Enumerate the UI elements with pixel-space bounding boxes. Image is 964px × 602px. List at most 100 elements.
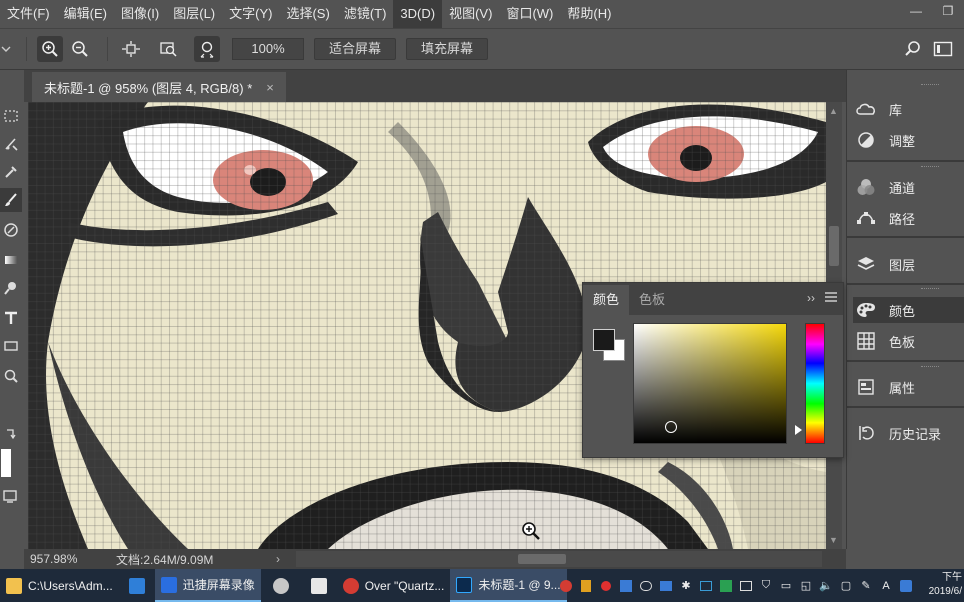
horizontal-scrollbar[interactable] xyxy=(296,551,822,567)
panel-adjustments[interactable]: 调整 xyxy=(853,127,964,153)
background-color-swatch[interactable] xyxy=(0,448,22,478)
scroll-down-icon[interactable]: ▼ xyxy=(829,535,838,545)
search-icon[interactable] xyxy=(900,36,926,62)
tray-app-icon[interactable] xyxy=(576,569,596,602)
collapse-icon[interactable]: ›› xyxy=(807,291,815,305)
rectangle-tool-icon[interactable] xyxy=(0,334,22,358)
menu-type[interactable]: 文字(Y) xyxy=(222,0,279,28)
workspace-icon[interactable] xyxy=(930,36,956,62)
shield-icon[interactable]: ⛉ xyxy=(756,569,776,602)
swap-colors-icon[interactable] xyxy=(0,422,22,446)
divider xyxy=(107,37,108,61)
panel-grip[interactable] xyxy=(847,364,964,370)
lasso-tool-icon[interactable] xyxy=(0,132,22,156)
volume-icon[interactable]: 🔈 xyxy=(816,569,836,602)
hscroll-thumb[interactable] xyxy=(518,554,566,564)
fit-screen-button[interactable]: 适合屏幕 xyxy=(314,38,397,60)
ime-indicator[interactable]: A xyxy=(876,569,896,602)
restore-icon[interactable]: ❐ xyxy=(932,0,964,22)
close-tab-icon[interactable]: × xyxy=(266,80,274,95)
scroll-up-icon[interactable]: ▲ xyxy=(829,106,838,116)
scroll-thumb[interactable] xyxy=(829,226,839,266)
options-bar: 100% 适合屏幕 填充屏幕 xyxy=(0,28,964,70)
menu-3d[interactable]: 3D(D) xyxy=(393,0,443,28)
fill-screen-button[interactable]: 填充屏幕 xyxy=(406,38,489,60)
panel-grip[interactable] xyxy=(847,164,964,170)
taskbar-music[interactable]: Over "Quartz... xyxy=(337,569,451,602)
marquee-tool-icon[interactable] xyxy=(0,104,22,128)
saturation-brightness-field[interactable] xyxy=(633,323,787,444)
tab-swatches[interactable]: 色板 xyxy=(629,285,675,315)
taskbar-photoshop[interactable]: 未标题-1 @ 9... xyxy=(450,569,567,602)
tray-display-icon[interactable]: ▢ xyxy=(836,569,856,602)
system-tray: ✱ ⛉ ▭ ◱ 🔈 ▢ ✎ A xyxy=(556,569,964,602)
panel-library[interactable]: 库 xyxy=(853,96,964,122)
taskbar-bilibili[interactable] xyxy=(301,569,337,602)
taskbar-app-umbrella[interactable] xyxy=(261,569,301,602)
type-tool-icon[interactable] xyxy=(0,306,22,330)
photoshop-icon xyxy=(456,576,473,593)
zoom-percent-field[interactable]: 100% xyxy=(232,38,304,60)
tab-color[interactable]: 颜色 xyxy=(583,285,630,315)
panel-channels[interactable]: 通道 xyxy=(853,174,964,200)
panel-color[interactable]: 颜色 xyxy=(853,297,964,323)
taskbar-recorder[interactable]: 迅捷屏幕录像 xyxy=(154,569,261,602)
eyedropper-tool-icon[interactable] xyxy=(0,160,22,184)
menu-window[interactable]: 窗口(W) xyxy=(499,0,560,28)
hue-slider-marker-icon[interactable] xyxy=(795,425,802,435)
menu-view[interactable]: 视图(V) xyxy=(442,0,499,28)
panel-properties[interactable]: 属性 xyxy=(853,374,964,400)
tray-video-icon[interactable] xyxy=(696,569,716,602)
panel-layers[interactable]: 图层 xyxy=(853,251,964,277)
menu-file[interactable]: 文件(F) xyxy=(0,0,57,28)
stamp-tool-icon[interactable] xyxy=(0,218,22,242)
tool-preset-chevron-icon[interactable] xyxy=(0,36,12,62)
panel-paths[interactable]: 路径 xyxy=(853,205,964,231)
divider xyxy=(847,406,964,408)
hue-slider[interactable] xyxy=(805,323,825,444)
zoom-tool-icon[interactable] xyxy=(0,364,22,388)
tray-cloud-icon[interactable] xyxy=(636,569,656,602)
tray-record-icon[interactable] xyxy=(596,569,616,602)
screen-mode-icon[interactable] xyxy=(0,484,22,508)
panel-history[interactable]: 历史记录 xyxy=(853,420,964,446)
panel-grip[interactable] xyxy=(847,286,964,292)
tray-folder-icon[interactable] xyxy=(656,569,676,602)
network-icon[interactable]: ◱ xyxy=(796,569,816,602)
zoom-out-icon[interactable] xyxy=(67,36,93,62)
menu-image[interactable]: 图像(I) xyxy=(114,0,166,28)
taskbar-explorer[interactable]: C:\Users\Adm... xyxy=(0,569,119,602)
notification-icon[interactable] xyxy=(896,569,916,602)
resize-windows-icon[interactable] xyxy=(118,36,144,62)
tray-pen-settings-icon[interactable]: ✎ xyxy=(856,569,876,602)
status-zoom[interactable]: 957.98% xyxy=(24,552,116,566)
menu-edit[interactable]: 编辑(E) xyxy=(57,0,114,28)
adjustment-circle-icon xyxy=(853,129,879,151)
document-tab[interactable]: 未标题-1 @ 958% (图层 4, RGB/8) * × xyxy=(32,72,286,102)
dodge-tool-icon[interactable] xyxy=(0,276,22,300)
tray-netease-icon[interactable] xyxy=(556,569,576,602)
tray-pen-icon[interactable] xyxy=(616,569,636,602)
tray-check-icon[interactable] xyxy=(716,569,736,602)
menu-layer[interactable]: 图层(L) xyxy=(166,0,222,28)
menu-filter[interactable]: 滤镜(T) xyxy=(337,0,394,28)
taskbar-store[interactable] xyxy=(119,569,155,602)
menu-select[interactable]: 选择(S) xyxy=(279,0,336,28)
panel-swatches[interactable]: 色板 xyxy=(853,328,964,354)
battery-icon[interactable]: ▭ xyxy=(776,569,796,602)
panel-menu-icon[interactable] xyxy=(825,291,837,305)
minimize-icon[interactable]: — xyxy=(900,0,932,22)
menu-help[interactable]: 帮助(H) xyxy=(560,0,618,28)
panel-grip[interactable] xyxy=(847,82,964,88)
taskbar-clock[interactable]: 下午 2019/6/ xyxy=(920,571,962,599)
gradient-tool-icon[interactable] xyxy=(0,248,22,272)
bluetooth-icon[interactable]: ✱ xyxy=(676,569,696,602)
zoom-all-windows-icon[interactable] xyxy=(156,36,182,62)
scrubby-zoom-icon[interactable] xyxy=(194,36,220,62)
color-picker-cursor[interactable] xyxy=(665,421,677,433)
zoom-in-icon[interactable] xyxy=(37,36,63,62)
brush-tool-icon[interactable] xyxy=(0,188,22,212)
document-tab-bar: 未标题-1 @ 958% (图层 4, RGB/8) * × xyxy=(24,70,846,102)
foreground-color-swatch[interactable] xyxy=(593,329,615,351)
tray-screen-icon[interactable] xyxy=(736,569,756,602)
